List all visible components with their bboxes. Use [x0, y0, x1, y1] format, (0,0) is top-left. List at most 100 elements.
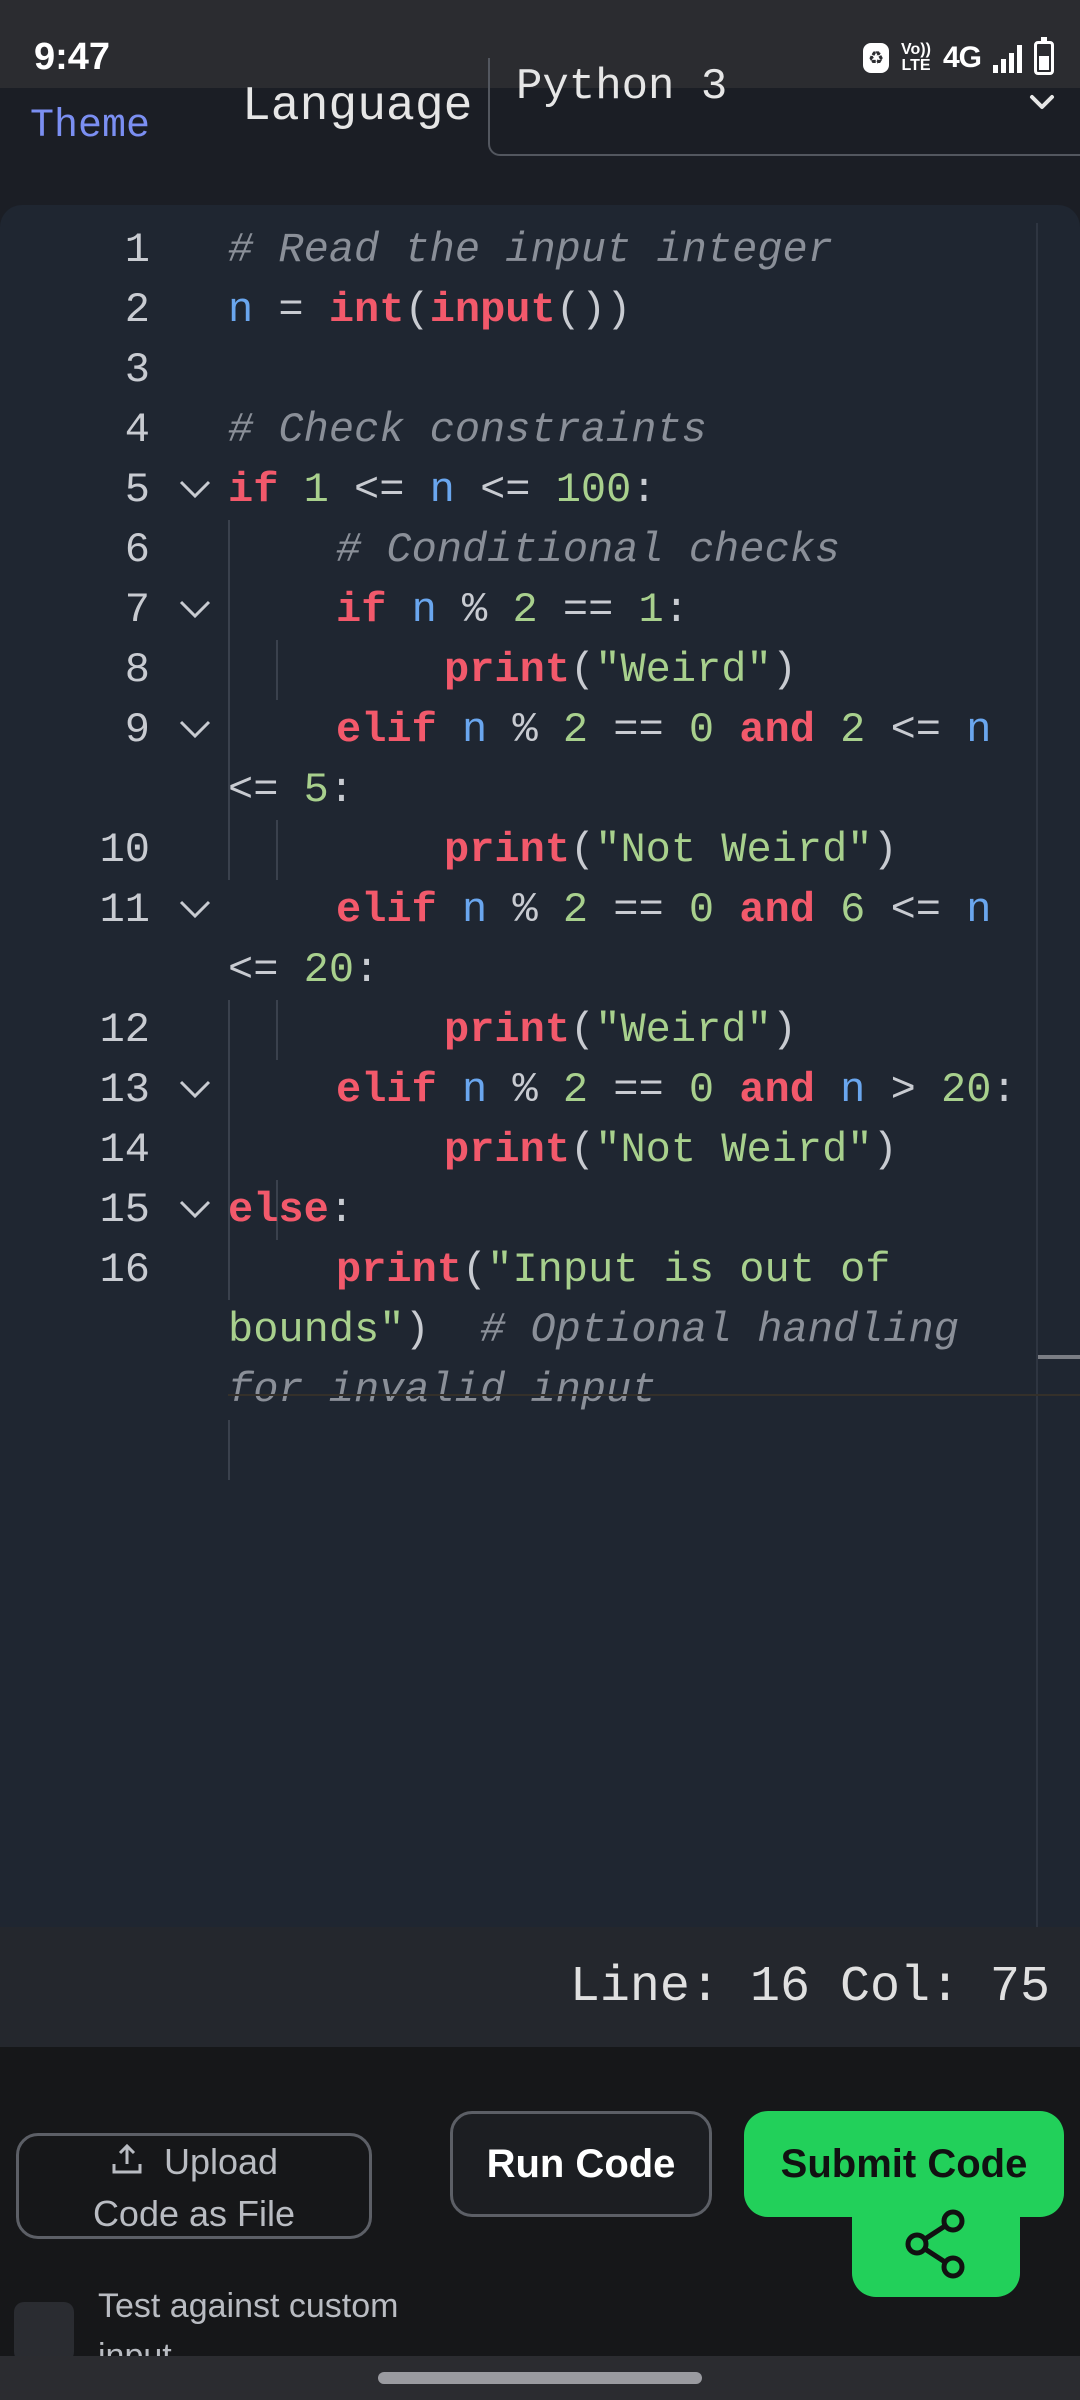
line-number: 1 — [124, 226, 150, 274]
code-line: 10 print("Not Weird") — [0, 820, 1080, 880]
theme-toggle[interactable]: Theme — [30, 104, 150, 149]
code-line-wrap: <= 5: — [0, 760, 1080, 820]
token: elif — [336, 706, 437, 754]
token: ( — [570, 1126, 596, 1174]
code-text: print("Weird") — [444, 640, 797, 700]
code-text: print("Weird") — [444, 1000, 797, 1060]
editor-settings-bar: Theme Language Python 3 — [0, 58, 1080, 203]
line-number: 4 — [124, 406, 150, 454]
token: 2 — [562, 1066, 589, 1114]
code-editor[interactable]: 1 # Read the input integer 2 n = int(inp… — [0, 205, 1080, 1927]
fold-chevron-icon[interactable] — [178, 478, 212, 500]
token: <= — [228, 766, 304, 814]
code-line: 1 # Read the input integer — [0, 220, 1080, 280]
language-select[interactable]: Python 3 — [488, 58, 1080, 156]
code-line: 12 print("Weird") — [0, 1000, 1080, 1060]
line-number: 15 — [99, 1186, 150, 1234]
code-line: 2 n = int(input()) — [0, 280, 1080, 340]
token: n — [228, 286, 254, 334]
custom-input-checkbox[interactable] — [14, 2302, 74, 2362]
language-label: Language — [242, 80, 473, 134]
code-text: if 1 <= n <= 100: — [228, 460, 657, 520]
token: 20 — [303, 946, 355, 994]
custom-input-label: Test against custom — [98, 2287, 399, 2325]
code-text: print("Not Weird") — [444, 820, 898, 880]
token: n — [386, 586, 437, 634]
token: : — [663, 586, 689, 634]
run-code-button[interactable]: Run Code — [450, 2111, 712, 2217]
code-text: elif n % 2 == 0 and 2 <= n — [336, 700, 991, 760]
upload-row: Upload — [19, 2136, 369, 2188]
code-line: 11 elif n % 2 == 0 and 6 <= n — [0, 880, 1080, 940]
code-text: print("Not Weird") — [444, 1120, 898, 1180]
line-number: 12 — [99, 1006, 150, 1054]
token: n — [814, 1066, 866, 1114]
code-text: <= 20: — [228, 940, 379, 1000]
code-text: if n % 2 == 1: — [336, 580, 689, 640]
token: else — [228, 1186, 329, 1234]
token: <= — [354, 466, 430, 514]
code-text: for invalid input — [228, 1366, 657, 1414]
token: <= — [228, 946, 304, 994]
token: = — [253, 286, 329, 334]
token: ( — [570, 1006, 596, 1054]
indent-guide — [228, 1420, 230, 1480]
token: print — [444, 646, 571, 694]
code-text: # Read the input integer — [228, 226, 833, 274]
token: ()) — [555, 286, 632, 334]
token: # Optional handling — [480, 1306, 959, 1354]
upload-code-button[interactable]: Upload Code as File — [16, 2133, 372, 2239]
token: ( — [404, 286, 430, 334]
token: 100 — [555, 466, 632, 514]
token: elif — [336, 886, 437, 934]
code-line: 13 elif n % 2 == 0 and n > 20: — [0, 1060, 1080, 1120]
code-line: 14 print("Not Weird") — [0, 1120, 1080, 1180]
code-line: 16 print("Input is out of — [0, 1240, 1080, 1300]
code-text: bounds") # Optional handling — [228, 1300, 959, 1360]
token: 6 — [814, 886, 866, 934]
code-line: 7 if n % 2 == 1: — [0, 580, 1080, 640]
share-button[interactable] — [852, 2199, 1020, 2297]
token: 2 — [562, 706, 589, 754]
code-text: elif n % 2 == 0 and n > 20: — [336, 1060, 1017, 1120]
fold-chevron-icon[interactable] — [178, 1198, 212, 1220]
token: <= — [865, 706, 967, 754]
navigation-bar — [0, 2356, 1080, 2400]
fold-chevron-icon[interactable] — [178, 1078, 212, 1100]
token: == — [537, 586, 639, 634]
code-line: 3 — [0, 340, 1080, 400]
token: 1 — [638, 586, 664, 634]
token: n — [436, 886, 488, 934]
chevron-down-icon — [1030, 95, 1054, 109]
fold-chevron-icon[interactable] — [178, 598, 212, 620]
token: 0 — [688, 706, 715, 754]
volte-line1: Vo)) — [901, 41, 931, 58]
token: 2 — [562, 886, 589, 934]
code-text: n = int(input()) — [228, 280, 631, 340]
upload-label-2: Code as File — [92, 2193, 296, 2234]
token: input — [429, 286, 556, 334]
token: n — [429, 466, 455, 514]
token: ) — [771, 1006, 797, 1054]
token: ) — [404, 1306, 481, 1354]
token: print — [336, 1246, 463, 1294]
fold-chevron-icon[interactable] — [178, 898, 212, 920]
token: and — [714, 706, 815, 754]
token: 5 — [303, 766, 329, 814]
code-line: 15 else: — [0, 1180, 1080, 1240]
line-number: 6 — [124, 526, 150, 574]
fold-chevron-icon[interactable] — [178, 718, 212, 740]
token: ( — [462, 1246, 488, 1294]
code-text: # Conditional checks — [336, 526, 841, 574]
token: 2 — [512, 586, 538, 634]
token: 20 — [941, 1066, 992, 1114]
upload-icon — [112, 2143, 142, 2174]
home-gesture-handle[interactable] — [378, 2372, 702, 2384]
active-line-underline — [228, 1394, 1080, 1396]
token: 0 — [688, 886, 715, 934]
token: > — [865, 1066, 942, 1114]
action-bar: Upload Code as File Run Code Submit Code… — [0, 2047, 1080, 2400]
code-text: print("Input is out of — [336, 1240, 891, 1300]
token: 0 — [688, 1066, 715, 1114]
code-line: 8 print("Weird") — [0, 640, 1080, 700]
